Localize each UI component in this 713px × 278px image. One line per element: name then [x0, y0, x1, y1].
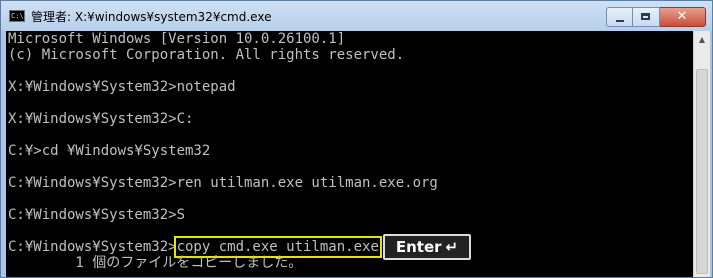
title-bar[interactable]: C:\ 管理者: X:¥windows¥system32¥cmd.exe ✕ [1, 1, 712, 31]
close-button[interactable]: ✕ [660, 7, 706, 27]
scroll-up-arrow-icon[interactable]: ▲ [694, 31, 710, 48]
cmd-app-icon[interactable]: C:\ [9, 10, 25, 22]
console-line-copy-result: 1 個のファイルをコピーしました。 [8, 255, 303, 271]
enter-key-badge: Enter ↵ [383, 234, 471, 260]
enter-arrow-icon: ↵ [445, 238, 459, 256]
console-line-ren: C:¥Windows¥System32>ren utilman.exe util… [8, 175, 438, 191]
cmd-window: C:\ 管理者: X:¥windows¥system32¥cmd.exe ✕ M… [0, 0, 713, 278]
console-line-notepad: X:¥Windows¥System32>notepad [8, 79, 236, 95]
window-title: 管理者: X:¥windows¥system32¥cmd.exe [31, 10, 272, 24]
console-line-copy-prompt: C:¥Windows¥System32>copy cmd.exe utilman… [8, 236, 382, 258]
maximize-icon [641, 13, 650, 20]
console-line-version: Microsoft Windows [Version 10.0.26100.1] [8, 31, 346, 47]
console-line-change-drive: X:¥Windows¥System32>C: [8, 111, 194, 127]
window-buttons: ✕ [606, 7, 706, 27]
console-output[interactable]: Microsoft Windows [Version 10.0.26100.1]… [6, 31, 693, 277]
copy-prompt: C:¥Windows¥System32> [8, 239, 177, 255]
minimize-icon [616, 20, 624, 22]
vertical-scrollbar[interactable]: ▲ [693, 31, 710, 277]
close-icon: ✕ [676, 9, 688, 24]
console-line-copyright: (c) Microsoft Corporation. All rights re… [8, 47, 405, 63]
maximize-button[interactable] [633, 7, 660, 27]
console-line-cd: C:¥>cd ¥Windows¥System32 [8, 143, 211, 159]
scroll-thumb[interactable] [696, 69, 708, 274]
highlighted-copy-command: copy cmd.exe utilman.exe [173, 236, 382, 258]
minimize-button[interactable] [606, 7, 633, 27]
console-line-s: C:¥Windows¥System32>S [8, 207, 186, 223]
enter-key-label: Enter [395, 238, 442, 256]
